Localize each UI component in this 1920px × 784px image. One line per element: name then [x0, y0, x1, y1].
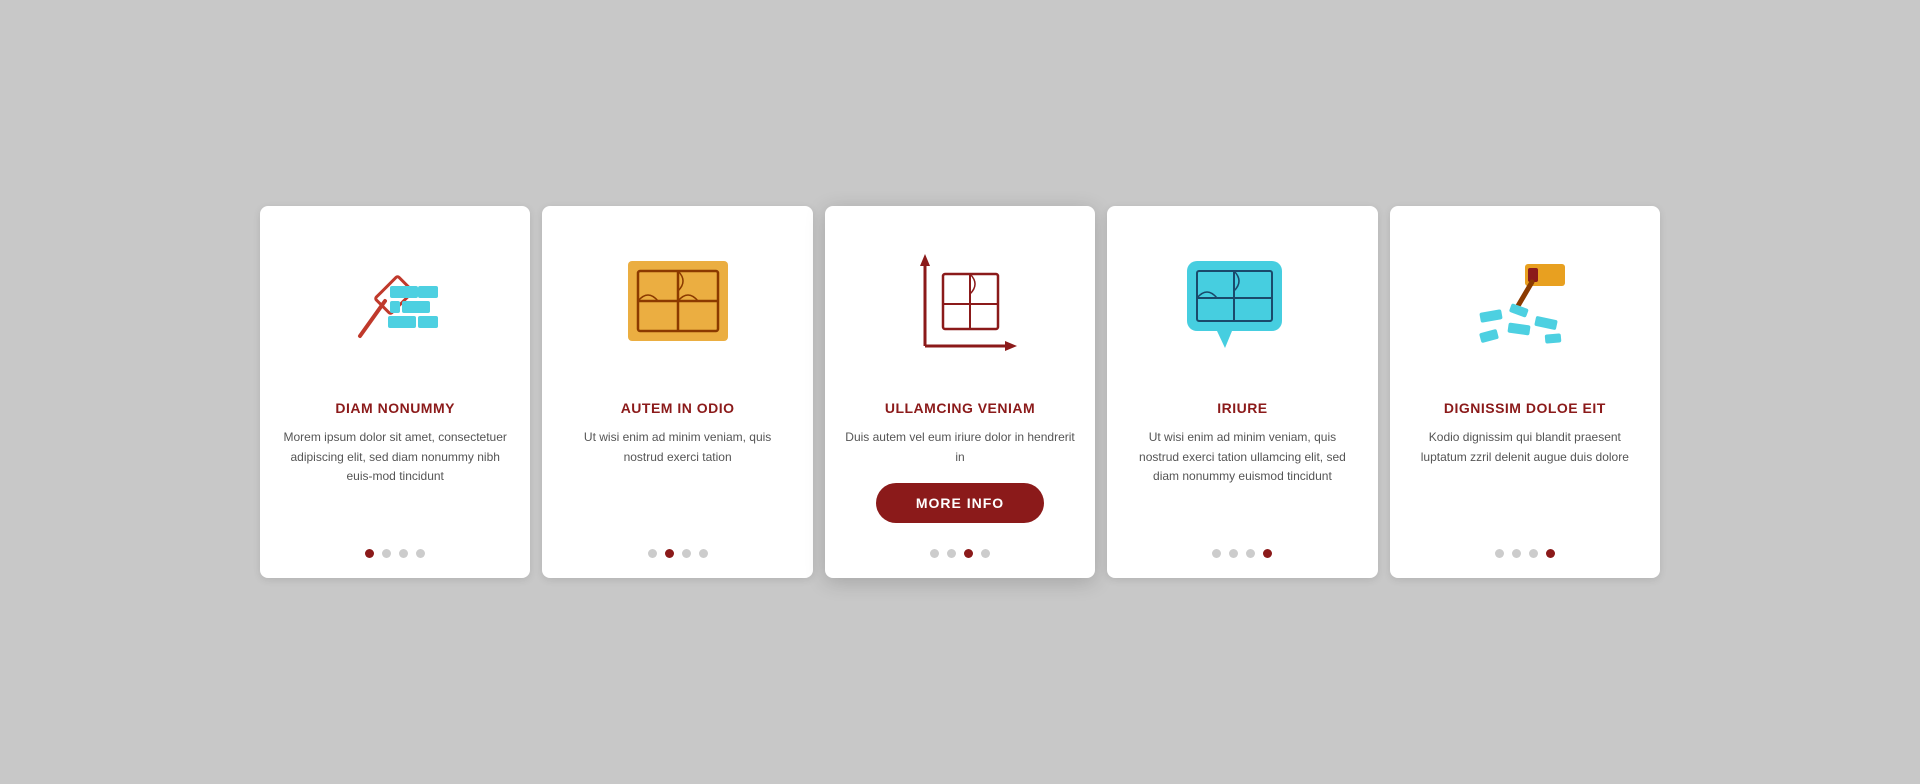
card-5-title: DIGNISSIM DOLOE EIT	[1444, 400, 1606, 416]
dot	[682, 549, 691, 558]
dot-active	[1546, 549, 1555, 558]
card-2-text: Ut wisi enim ad minim veniam, quis nostr…	[562, 428, 792, 530]
dot	[1212, 549, 1221, 558]
dot	[1512, 549, 1521, 558]
card-3-title: ULLAMCING VENIAM	[885, 400, 1035, 416]
cards-container: DIAM NONUMMY Morem ipsum dolor sit amet,…	[260, 206, 1660, 577]
card-1-dots	[365, 549, 425, 558]
card-2-title: AUTEM IN ODIO	[621, 400, 735, 416]
card-5-dots	[1495, 549, 1555, 558]
floorplan-orange-icon	[608, 236, 748, 376]
dot	[1229, 549, 1238, 558]
card-4-text: Ut wisi enim ad minim veniam, quis nostr…	[1127, 428, 1357, 530]
blueprint-arrows-icon	[890, 236, 1030, 376]
dot-active	[1263, 549, 1272, 558]
brickwork-icon	[325, 236, 465, 376]
dot	[1246, 549, 1255, 558]
dot	[699, 549, 708, 558]
card-5: DIGNISSIM DOLOE EIT Kodio dignissim qui …	[1390, 206, 1660, 577]
dot	[981, 549, 990, 558]
card-1-text: Morem ipsum dolor sit amet, consectetuer…	[280, 428, 510, 530]
dot-active	[964, 549, 973, 558]
card-4-dots	[1212, 549, 1272, 558]
dot	[382, 549, 391, 558]
card-4: IRIURE Ut wisi enim ad minim veniam, qui…	[1107, 206, 1377, 577]
dot	[1529, 549, 1538, 558]
card-3-dots	[930, 549, 990, 558]
card-3-text: Duis autem vel eum iriure dolor in hendr…	[845, 428, 1075, 466]
dot	[416, 549, 425, 558]
dot-active	[365, 549, 374, 558]
card-3: ULLAMCING VENIAM Duis autem vel eum iriu…	[825, 206, 1095, 577]
card-1-title: DIAM NONUMMY	[335, 400, 455, 416]
card-2: AUTEM IN ODIO Ut wisi enim ad minim veni…	[542, 206, 812, 577]
card-5-text: Kodio dignissim qui blandit praesent lup…	[1410, 428, 1640, 530]
more-info-button[interactable]: MORE INFO	[876, 483, 1044, 523]
demolish-icon	[1455, 236, 1595, 376]
card-2-dots	[648, 549, 708, 558]
dot	[1495, 549, 1504, 558]
card-4-title: IRIURE	[1217, 400, 1267, 416]
dot	[399, 549, 408, 558]
dot	[947, 549, 956, 558]
blueprint-blue-icon	[1172, 236, 1312, 376]
dot	[648, 549, 657, 558]
dot	[930, 549, 939, 558]
dot-active	[665, 549, 674, 558]
card-1: DIAM NONUMMY Morem ipsum dolor sit amet,…	[260, 206, 530, 577]
